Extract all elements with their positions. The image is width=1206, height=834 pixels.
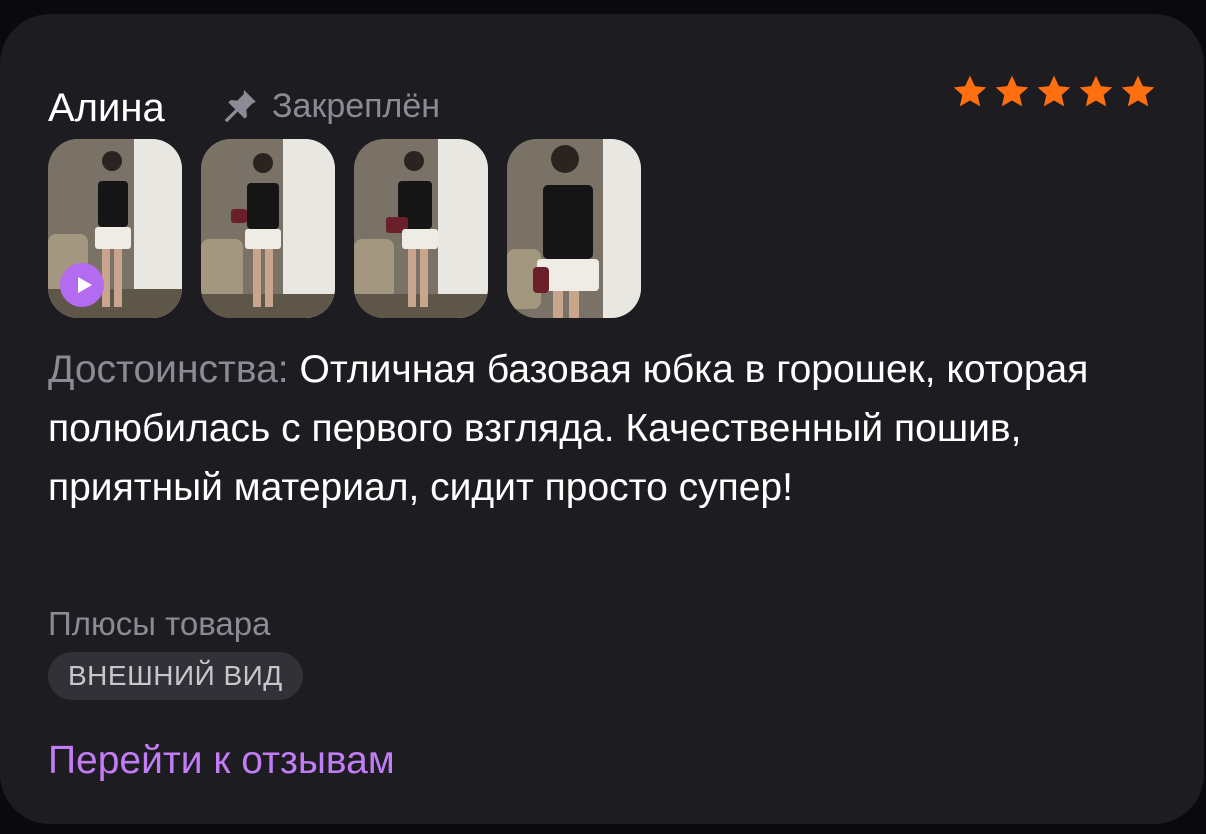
go-to-reviews-link[interactable]: Перейти к отзывам: [48, 736, 395, 786]
play-button[interactable]: [60, 263, 104, 307]
pin-icon: [224, 90, 256, 123]
star-icon: [953, 75, 987, 107]
pros-label: Плюсы товара: [48, 605, 271, 642]
star-icon: [1079, 75, 1113, 107]
rating-stars: [950, 72, 1158, 112]
photo-image: [201, 139, 335, 318]
review-video-thumbnail[interactable]: [48, 139, 182, 318]
photo-image: [354, 139, 488, 318]
star-icon: [1121, 75, 1155, 107]
pinned-indicator: Закреплён: [220, 84, 440, 128]
star-icon: [1037, 75, 1071, 107]
review-photo-thumbnail[interactable]: [354, 139, 488, 318]
play-icon: [78, 277, 92, 293]
photo-image: [507, 139, 641, 318]
advantages-label: Достоинства:: [48, 348, 289, 391]
pinned-label: Закреплён: [272, 87, 441, 125]
review-photo-thumbnail[interactable]: [507, 139, 641, 318]
review-photo-thumbnail[interactable]: [201, 139, 335, 318]
review-text: Достоинства: Отличная базовая юбка в гор…: [48, 340, 1128, 517]
pros-tag: ВНЕШНИЙ ВИД: [48, 652, 303, 700]
review-media-gallery: [48, 139, 641, 318]
author-name: Алина: [48, 86, 165, 130]
star-icon: [995, 75, 1029, 107]
review-card: Алина Закреплён Достоинства: Отличная ба…: [0, 14, 1204, 824]
